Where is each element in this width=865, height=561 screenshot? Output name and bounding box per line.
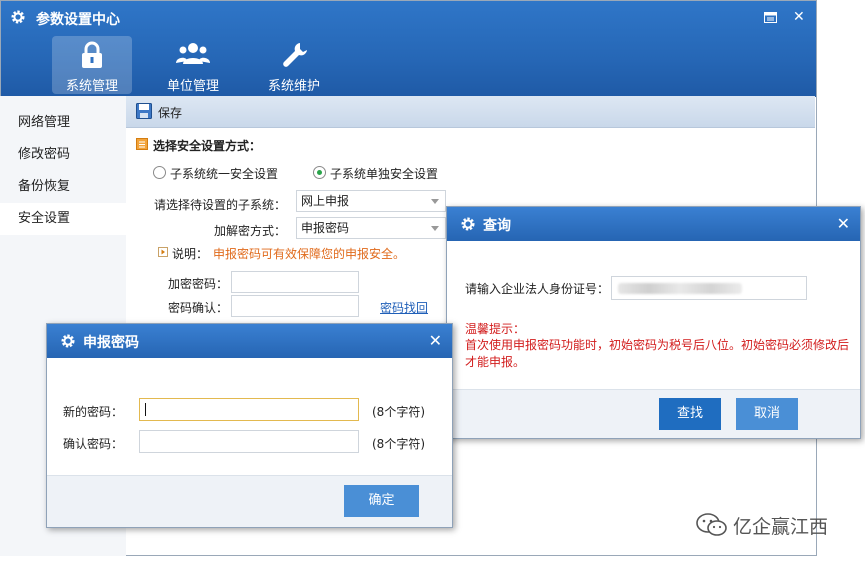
sidebar-item-backup-restore[interactable]: 备份恢复	[0, 171, 126, 203]
radio-unified[interactable]	[153, 166, 166, 179]
tab-label: 系统管理	[65, 79, 118, 94]
encrypt-select[interactable]: 申报密码	[296, 217, 446, 239]
toolbar	[126, 96, 815, 128]
note-label: 说明：	[172, 247, 209, 261]
id-number-blurred-value	[618, 283, 742, 294]
note-text: 申报密码可有效保障您的申报安全。	[213, 247, 406, 261]
radio-unified-label: 子系统统一安全设置	[170, 167, 279, 181]
encrypt-confirm-input[interactable]	[231, 295, 359, 317]
close-icon[interactable]: ✕	[429, 331, 442, 350]
query-dialog: 查询 ✕ 请输入企业法人身份证号： 温馨提示： 首次使用申报密码功能时，初始密码…	[446, 206, 861, 439]
encrypt-password-input[interactable]	[231, 271, 359, 293]
radio-individual-label: 子系统单独安全设置	[330, 167, 439, 181]
lock-icon	[82, 41, 102, 68]
new-password-hint: (8个字符)	[372, 405, 425, 419]
window-title: 参数设置中心	[36, 12, 120, 28]
query-dialog-title: 查询	[483, 218, 511, 234]
watermark-text: 亿企赢江西	[733, 516, 829, 538]
encrypt-label: 加解密方式：	[214, 224, 287, 238]
password-dialog-title: 申报密码	[83, 335, 139, 351]
close-window-icon[interactable]: ✕	[793, 9, 805, 25]
close-icon[interactable]: ✕	[837, 214, 850, 233]
password-dialog-header: 申报密码 ✕	[47, 324, 452, 358]
sidebar-item-change-password[interactable]: 修改密码	[0, 139, 126, 171]
query-dialog-footer: 查找 取消	[447, 389, 860, 438]
password-dialog-footer: 确定	[47, 475, 452, 527]
tip-title: 温馨提示：	[465, 322, 526, 336]
wechat-icon	[696, 513, 727, 536]
save-button[interactable]: 保存	[158, 104, 182, 121]
ok-button[interactable]: 确定	[344, 485, 419, 517]
gear-icon	[11, 10, 25, 24]
subsystem-select[interactable]: 网上申报	[296, 190, 446, 212]
gear-icon	[461, 217, 475, 231]
sidebar-item-security[interactable]: 安全设置	[0, 203, 126, 235]
text-caret	[145, 403, 146, 416]
encrypt-value: 申报密码	[301, 221, 350, 235]
confirm-password-label: 确认密码：	[63, 437, 124, 451]
cancel-button[interactable]: 取消	[736, 398, 798, 430]
wrench-icon	[283, 43, 307, 67]
security-heading: 选择安全设置方式：	[153, 139, 262, 153]
confirm-password-input[interactable]	[139, 430, 359, 453]
tab-system-management[interactable]: 系统管理	[52, 36, 132, 94]
users-icon	[176, 43, 210, 64]
password-confirm-label: 密码确认：	[168, 301, 229, 315]
confirm-password-hint: (8个字符)	[372, 437, 425, 451]
tab-system-maintenance[interactable]: 系统维护	[254, 36, 334, 94]
tab-label: 系统维护	[267, 79, 320, 94]
password-dialog: 申报密码 ✕ 新的密码： (8个字符) 确认密码： (8个字符) 确定	[46, 323, 453, 528]
gear-icon	[61, 334, 75, 348]
chevron-down-icon	[431, 226, 439, 231]
sidebar-item-network[interactable]: 网络管理	[0, 107, 126, 139]
subsystem-label: 请选择待设置的子系统：	[154, 198, 287, 212]
query-dialog-header: 查询 ✕	[447, 207, 860, 241]
tab-unit-management[interactable]: 单位管理	[153, 36, 233, 94]
note-arrow-icon	[158, 247, 168, 257]
restore-icon[interactable]	[764, 12, 777, 23]
radio-individual[interactable]	[313, 166, 326, 179]
new-password-input[interactable]	[139, 398, 359, 421]
password-label: 加密密码：	[168, 277, 229, 291]
id-number-label: 请输入企业法人身份证号：	[465, 282, 610, 296]
chevron-down-icon	[431, 199, 439, 204]
save-icon[interactable]	[136, 103, 152, 119]
find-button[interactable]: 查找	[659, 398, 721, 430]
subsystem-value: 网上申报	[301, 194, 350, 208]
new-password-label: 新的密码：	[63, 405, 124, 419]
tip-text: 首次使用申报密码功能时，初始密码为税号后八位。初始密码必须修改后才能申报。	[465, 338, 850, 369]
id-number-input[interactable]	[611, 276, 807, 300]
password-recover-link[interactable]: 密码找回	[380, 299, 428, 316]
tab-label: 单位管理	[166, 79, 219, 94]
settings-list-icon	[136, 138, 148, 150]
